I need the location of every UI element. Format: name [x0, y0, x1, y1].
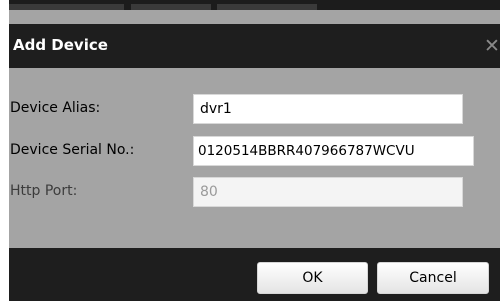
ok-button[interactable]: OK [257, 262, 368, 294]
device-alias-label: Device Alias: [10, 100, 101, 116]
device-alias-input[interactable] [193, 94, 463, 124]
dialog-footer: OK Cancel [9, 248, 500, 301]
dialog-title: Add Device [13, 36, 108, 54]
add-device-dialog: Add Device ✕ Device Alias: Device Serial… [9, 10, 500, 301]
device-serial-input[interactable] [193, 136, 474, 166]
http-port-input [193, 177, 463, 207]
page: Add Device ✕ Device Alias: Device Serial… [0, 0, 500, 301]
http-port-row: Http Port: [9, 177, 500, 207]
close-icon[interactable]: ✕ [484, 36, 500, 56]
cancel-button[interactable]: Cancel [377, 262, 489, 294]
device-alias-row: Device Alias: [9, 94, 500, 124]
device-serial-row: Device Serial No.: [9, 136, 500, 166]
http-port-label: Http Port: [10, 183, 78, 199]
background-toolbar-strip [9, 0, 500, 10]
dialog-titlebar: Add Device ✕ [9, 24, 500, 68]
device-serial-label: Device Serial No.: [10, 142, 135, 158]
dialog-body: Device Alias: Device Serial No.: Http Po… [9, 68, 500, 248]
